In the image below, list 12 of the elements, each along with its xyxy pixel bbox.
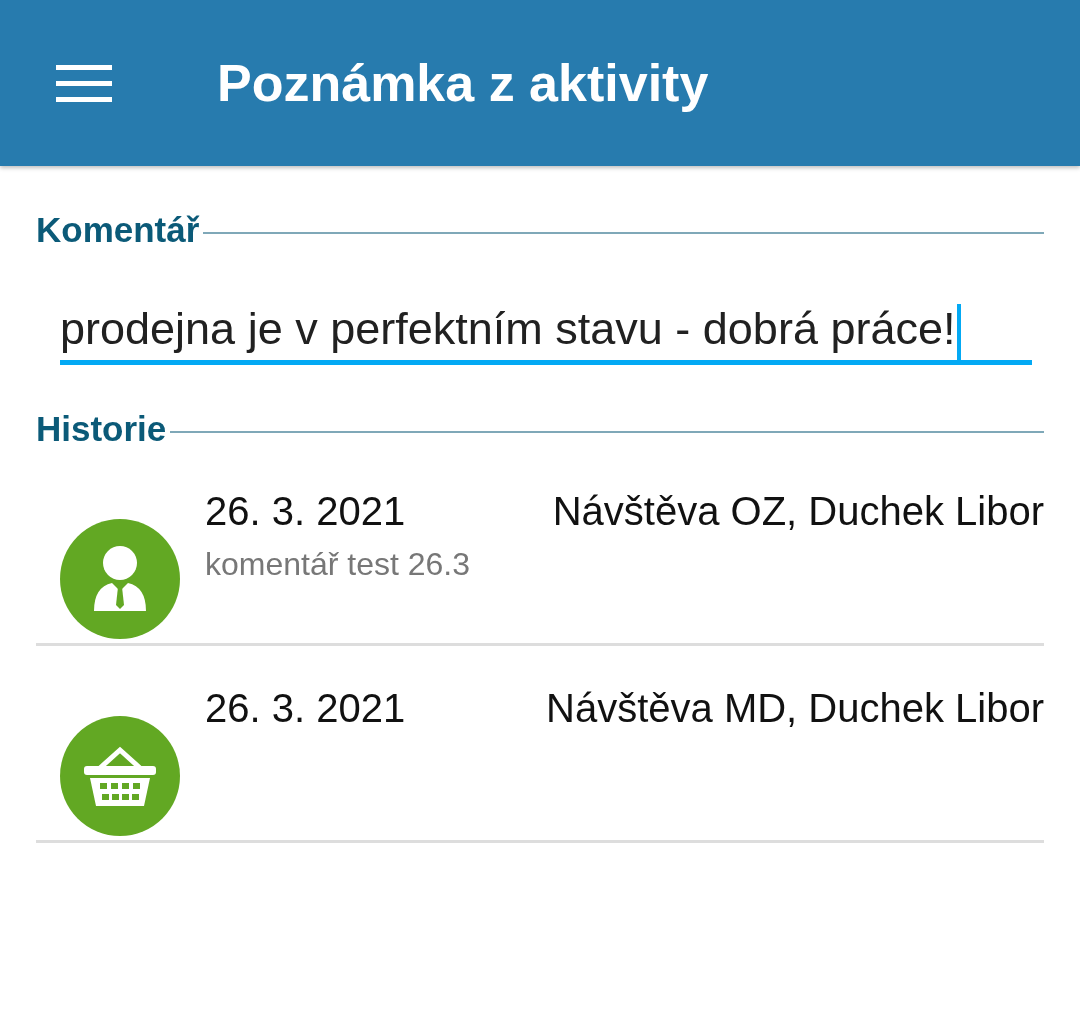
section-heading: Komentář bbox=[36, 210, 200, 250]
history-title: Návštěva OZ, Duchek Libor bbox=[552, 489, 1044, 535]
section-heading: Historie bbox=[36, 409, 167, 450]
history-comment: komentář test 26.3 bbox=[205, 546, 472, 584]
history-title: Návštěva MD, Duchek Libor bbox=[546, 686, 1044, 732]
comment-field[interactable]: prodejna je v perfektním stavu - dobrá práce! bbox=[60, 298, 1032, 366]
basket-icon bbox=[60, 716, 180, 837]
screen-title: Poznámka z aktivity bbox=[217, 53, 709, 113]
menu-icon[interactable] bbox=[56, 63, 112, 103]
history-date: 26. 3. 2021 bbox=[205, 686, 406, 732]
history-date: 26. 3. 2021 bbox=[205, 489, 406, 535]
person-icon bbox=[60, 519, 180, 640]
